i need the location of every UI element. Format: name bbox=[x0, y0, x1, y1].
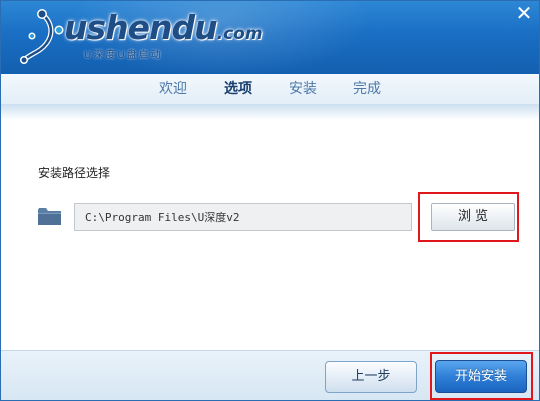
browse-button[interactable]: 浏览 bbox=[431, 203, 515, 231]
tab-finish[interactable]: 完成 bbox=[353, 74, 381, 104]
folder-icon bbox=[38, 208, 61, 225]
tab-install[interactable]: 安装 bbox=[289, 74, 317, 104]
header-banner: ushendu.com U深度U盘启动 ✕ bbox=[0, 0, 540, 74]
tab-welcome[interactable]: 欢迎 bbox=[159, 74, 187, 104]
installer-window: ushendu.com U深度U盘启动 ✕ 欢迎 选项 安装 完成 安装路径选择… bbox=[0, 0, 540, 401]
ushendu-logo-icon bbox=[20, 9, 64, 64]
brand-tagline: U深度U盘启动 bbox=[84, 50, 163, 61]
install-path-label: 安装路径选择 bbox=[38, 166, 111, 180]
step-tabs: 欢迎 选项 安装 完成 bbox=[0, 74, 540, 104]
start-install-button[interactable]: 开始安装 bbox=[435, 360, 527, 393]
brand-name: ushendu bbox=[64, 8, 218, 47]
tab-options[interactable]: 选项 bbox=[224, 74, 252, 104]
brand-suffix: .com bbox=[216, 24, 263, 44]
brand-logo-text: ushendu.com bbox=[64, 8, 263, 47]
close-icon[interactable]: ✕ bbox=[508, 0, 540, 26]
tabs-divider bbox=[0, 104, 540, 120]
previous-button[interactable]: 上一步 bbox=[325, 361, 417, 393]
install-path-input[interactable] bbox=[74, 203, 412, 231]
